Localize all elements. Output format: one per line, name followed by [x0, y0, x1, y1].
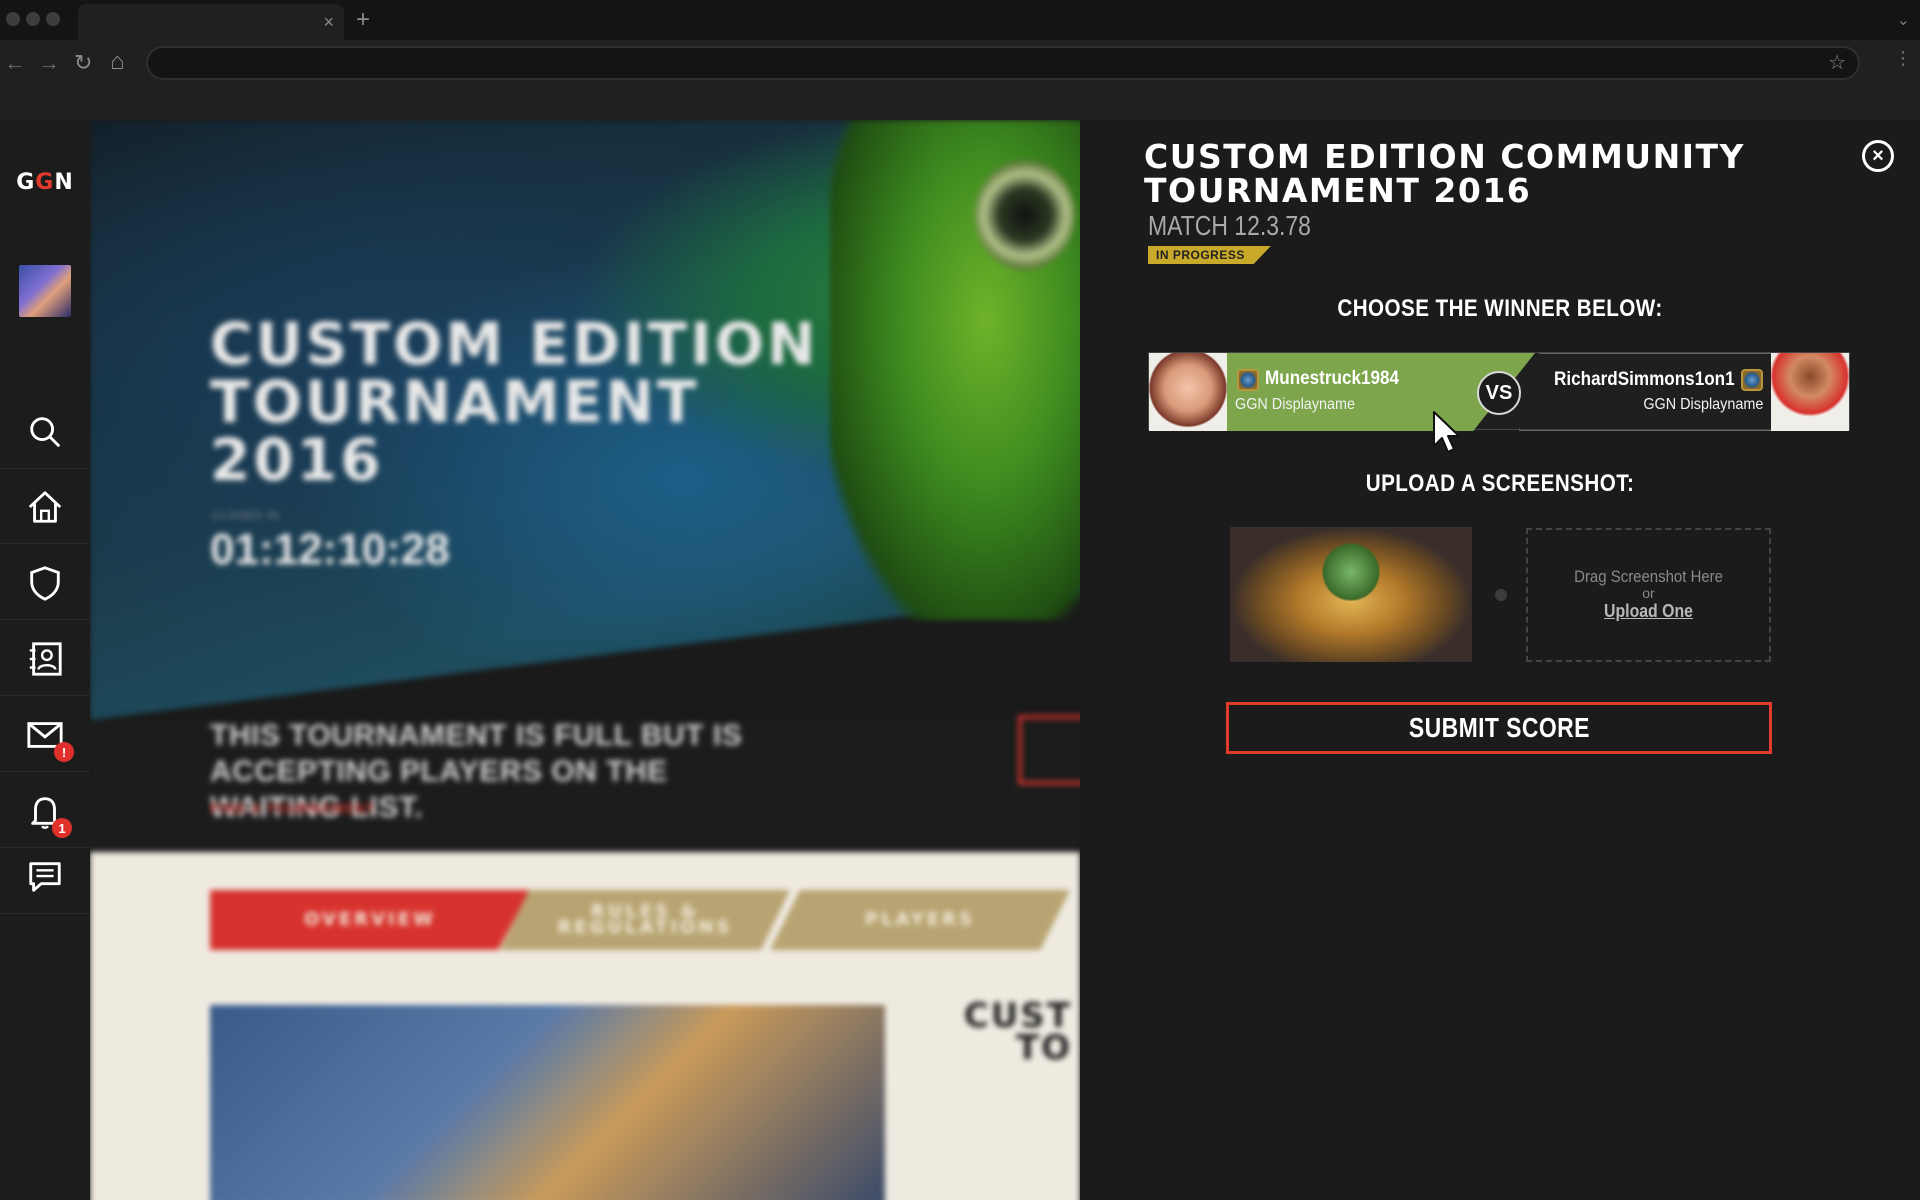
separator-dot — [1495, 589, 1507, 601]
home-icon — [28, 490, 62, 523]
close-panel-button[interactable]: × — [1862, 140, 1894, 172]
upload-screenshot-label: UPLOAD A SCREENSHOT: — [1365, 470, 1635, 497]
versus-badge: VS — [1477, 371, 1521, 415]
submit-score-button[interactable]: SUBMIT SCORE — [1226, 702, 1772, 754]
sidebar-item-chat[interactable] — [0, 840, 90, 914]
sidebar-item-home[interactable] — [0, 470, 90, 544]
choose-winner-label: CHOOSE THE WINNER BELOW: — [1337, 295, 1663, 322]
chat-icon — [29, 861, 61, 892]
player2-displayname: GGN Displayname — [1642, 396, 1763, 413]
sidebar-item-contacts[interactable] — [0, 622, 90, 696]
search-icon — [30, 416, 61, 447]
player1-displayname: GGN Displayname — [1235, 396, 1356, 413]
join-waitlist-button[interactable] — [1018, 715, 1080, 785]
ggn-logo[interactable]: GGN — [0, 160, 90, 204]
find-tournament-link[interactable]: FIND A TOURNAMENT — [210, 800, 376, 816]
tournament-image — [210, 1005, 885, 1200]
app-sidebar: GGN ! 1 — [0, 120, 90, 1200]
home-button[interactable]: ⌂ — [110, 48, 125, 76]
player2-name: RichardSimmons1on1 — [1554, 369, 1735, 390]
countdown-timer: 01:12:10:28 — [210, 525, 450, 574]
status-badge: IN PROGRESS — [1148, 246, 1271, 264]
player2-avatar — [1771, 353, 1849, 431]
logo-letter: G — [16, 169, 36, 195]
screenshot-dropzone[interactable]: Drag Screenshot Here or Upload One — [1526, 528, 1771, 662]
player1-avatar — [1149, 353, 1227, 431]
matchup-card: Munestruck1984 GGN Displayname RichardSi… — [1148, 352, 1850, 431]
reload-button[interactable]: ↻ — [74, 50, 92, 76]
sidebar-item-notifications[interactable]: 1 — [0, 774, 90, 848]
browser-tab-bar: × + ⌄ — [0, 0, 1920, 42]
window-close-dot[interactable] — [6, 12, 20, 26]
tab-players[interactable]: PLAYERS — [770, 890, 1070, 950]
screenshot-thumbnail[interactable] — [1230, 527, 1472, 662]
player2-hearthstone-icon — [1741, 369, 1763, 391]
submit-score-label: SUBMIT SCORE — [1408, 712, 1590, 743]
sidebar-item-search[interactable] — [0, 395, 90, 469]
section-heading: CUST TO — [963, 996, 1072, 1068]
match-number: MATCH 12.3.78 — [1148, 210, 1311, 241]
window-minimize-dot[interactable] — [26, 12, 40, 26]
player1-hearthstone-icon — [1237, 369, 1259, 391]
logo-letter: N — [54, 169, 74, 195]
user-avatar[interactable] — [19, 265, 71, 317]
player1-name: Munestruck1984 — [1265, 368, 1400, 389]
tab-close-icon[interactable]: × — [323, 12, 334, 33]
hero-artwork-eye — [975, 160, 1075, 270]
address-bar[interactable]: ☆ — [146, 46, 1860, 80]
tab-overview[interactable]: OVERVIEW — [210, 890, 530, 950]
contact-book-icon — [29, 641, 62, 676]
dropzone-or: or — [1642, 585, 1655, 601]
browser-toolbar: ← → ↻ ⌂ ☆ ⋮ — [0, 40, 1920, 120]
new-tab-button[interactable]: + — [356, 6, 370, 34]
back-button[interactable]: ← — [4, 50, 26, 76]
upload-one-link[interactable]: Upload One — [1604, 600, 1693, 622]
bookmark-star-icon[interactable]: ☆ — [1828, 50, 1846, 75]
logo-letter-accent: G — [35, 169, 55, 195]
blurred-content: CUSTOM EDITION TOURNAMENT 2016 CLOSES IN… — [90, 120, 1080, 1200]
player2-winner-option[interactable] — [1519, 353, 1773, 431]
hero-title: CUSTOM EDITION TOURNAMENT 2016 — [210, 310, 819, 494]
browser-menu-icon[interactable]: ⋮ — [1894, 48, 1912, 69]
submit-score-panel — [1080, 120, 1920, 1200]
dropzone-instruction: Drag Screenshot Here — [1574, 567, 1723, 586]
forward-button[interactable]: → — [38, 50, 60, 76]
sidebar-item-teams[interactable] — [0, 546, 90, 620]
tab-list-chevron-icon[interactable]: ⌄ — [1897, 10, 1910, 30]
notifications-count-badge: 1 — [52, 818, 72, 838]
mouse-cursor-icon — [1433, 411, 1460, 453]
tab-rules[interactable]: RULES & REGULATIONS — [500, 890, 790, 950]
messages-alert-badge: ! — [54, 742, 74, 762]
close-icon: × — [1872, 145, 1884, 167]
shield-icon — [30, 565, 60, 601]
tournament-page-background: CUSTOM EDITION TOURNAMENT 2016 CLOSES IN… — [90, 120, 1080, 1200]
window-maximize-dot[interactable] — [46, 12, 60, 26]
panel-title: CUSTOM EDITION COMMUNITY TOURNAMENT 2016 — [1144, 137, 1745, 210]
browser-tab[interactable]: × — [78, 4, 344, 42]
timer-label: CLOSES IN — [212, 510, 280, 522]
sidebar-item-messages[interactable]: ! — [0, 698, 90, 772]
